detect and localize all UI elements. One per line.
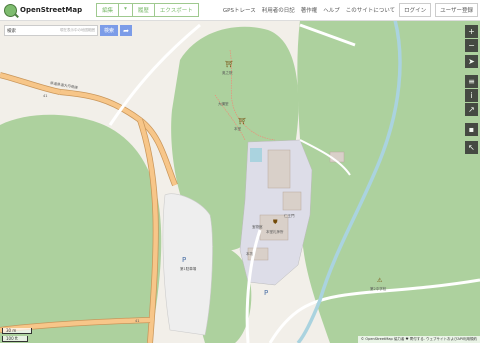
zoom-in-button[interactable]: +	[465, 25, 478, 38]
edit-button-group: 編集 ▾ 履歴 エクスポート	[96, 3, 199, 17]
scale-bar-metric: 30 m	[2, 328, 32, 334]
school-label: 第2中学校	[370, 286, 387, 291]
shrine-label-2: 大講堂	[218, 101, 229, 106]
share-button[interactable]: ↗	[465, 103, 478, 116]
search-input[interactable]: 検索 現在表示中の地図範囲	[4, 25, 98, 36]
parking-label-2: P	[264, 289, 268, 297]
share-icon: ↗	[468, 105, 475, 114]
temple-icon: ⛩	[238, 117, 246, 125]
parking-name-label: 第1駐車場	[180, 266, 197, 271]
search-go-button[interactable]: 検索	[100, 25, 119, 36]
school-icon: ⚠	[377, 277, 383, 284]
shop-icon: ⛊	[273, 219, 278, 226]
zoom-out-button[interactable]: −	[465, 39, 478, 52]
building	[282, 191, 302, 211]
logo-text: OpenStreetMap	[20, 6, 83, 14]
export-button[interactable]: エクスポート	[154, 3, 199, 17]
about-link[interactable]: このサイトについて	[346, 6, 395, 14]
directions-arrow-icon: ➦	[123, 26, 129, 35]
login-button[interactable]: ログイン	[399, 3, 432, 17]
signup-button[interactable]: ユーザー登録	[435, 3, 478, 17]
hall-label: 本堂礼拝所	[266, 229, 284, 234]
map-attribution[interactable]: © OpenStreetMap 協力者 ♥ 寄付する. ウェブサイトおよびAPI…	[357, 336, 480, 343]
search-input-value: 検索	[7, 28, 16, 34]
facility-label: 宝物館	[252, 224, 263, 229]
query-button[interactable]: ↖	[465, 141, 478, 154]
facility-label-2: 仁王門	[284, 213, 295, 218]
road-number-label: 41	[43, 94, 47, 98]
plus-icon: +	[468, 27, 475, 36]
scale-bar-imperial: 100 ft	[2, 336, 28, 342]
magnifier-logo-icon	[4, 3, 17, 17]
search-range-hint[interactable]: 現在表示中の地図範囲	[60, 28, 95, 33]
gps-traces-link[interactable]: GPSトレース	[223, 6, 256, 14]
minus-icon: −	[468, 41, 475, 50]
forest-area	[297, 20, 480, 343]
directions-button[interactable]: ➦	[120, 25, 133, 36]
user-diaries-link[interactable]: 利用者の日記	[262, 6, 295, 14]
search-bar: 検索 現在表示中の地図範囲 検索 ➦	[4, 25, 133, 36]
hall-label-2: 本坊	[246, 251, 253, 256]
layers-button[interactable]: ≡	[465, 75, 478, 88]
shrine-label: 奥之院	[222, 70, 233, 75]
note-icon: ▪	[468, 125, 475, 134]
parking-label: P	[182, 256, 186, 264]
edit-button[interactable]: 編集	[96, 3, 120, 17]
legend-button[interactable]: i	[465, 89, 478, 102]
building	[267, 149, 291, 189]
layers-icon: ≡	[468, 77, 475, 86]
site-logo[interactable]: OpenStreetMap	[4, 3, 83, 17]
road-number-label-2: 41	[135, 319, 139, 323]
secondary-navigation: GPSトレース 利用者の日記 著作権 ヘルプ このサイトについて ログイン ユー…	[217, 3, 478, 17]
cursor-query-icon: ↖	[468, 143, 475, 152]
temple-label: 本堂	[234, 126, 241, 131]
top-navigation-bar: OpenStreetMap 編集 ▾ 履歴 エクスポート GPSトレース 利用者…	[0, 0, 480, 21]
info-icon: i	[470, 91, 473, 100]
locate-button[interactable]: ➤	[465, 55, 478, 68]
shrine-icon: ⛩	[225, 60, 233, 68]
map-canvas[interactable]: 県道県道大丹荷線 41 41 P 第1駐車場 P 奥之院 大講堂 本堂 宝物館 …	[0, 0, 480, 343]
parking-area	[162, 193, 213, 336]
note-button[interactable]: ▪	[465, 123, 478, 136]
copyright-link[interactable]: 著作権	[301, 6, 318, 14]
water-pond	[250, 148, 262, 162]
history-button[interactable]: 履歴	[132, 3, 155, 17]
help-link[interactable]: ヘルプ	[323, 6, 340, 14]
locate-icon: ➤	[468, 57, 475, 66]
edit-dropdown-button[interactable]: ▾	[119, 3, 133, 17]
